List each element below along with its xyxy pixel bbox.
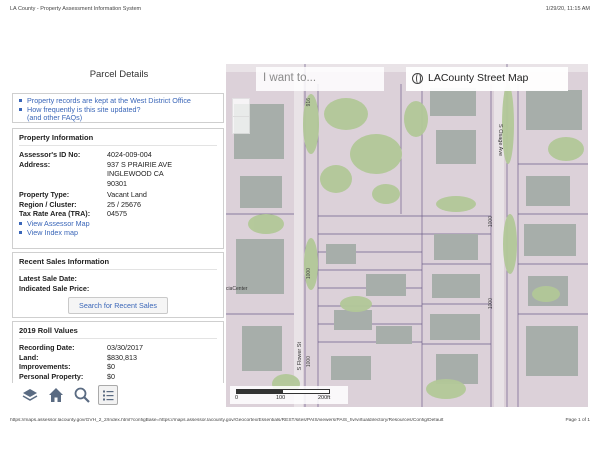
region-row: Region / Cluster: 25 / 25676 (19, 200, 217, 210)
address-line1: 937 S PRAIRIE AVE (107, 159, 172, 169)
layers-icon[interactable] (20, 385, 40, 405)
recording-date-value: 03/30/2017 (107, 343, 143, 352)
ain-label: Assessor's ID No: (19, 150, 81, 159)
sale-price-label: Indicated Sale Price: (19, 283, 90, 293)
zoom-out-button[interactable] (233, 116, 249, 133)
address-row: Address: 937 S PRAIRIE AVE INGLEWOOD CA … (19, 160, 217, 189)
region-value: 25 / 25676 (107, 199, 141, 209)
address-value: 937 S PRAIRIE AVE INGLEWOOD CA 90301 (107, 160, 172, 189)
recent-sales-card: Recent Sales Information Latest Sale Dat… (12, 252, 224, 318)
property-type-row: Property Type: Vacant Land (19, 190, 217, 200)
house-number: 916 (306, 98, 312, 107)
card-title: 2019 Roll Values (19, 326, 217, 339)
scale-bar-graphic (236, 389, 330, 394)
print-header: LA County - Property Assessment Informat… (10, 6, 590, 16)
tra-label: Tax Rate Area (TRA): (19, 209, 91, 218)
property-type-label: Property Type: (19, 190, 70, 199)
address-line2: INGLEWOOD CA (107, 169, 164, 178)
improvements-label: Improvements: (19, 362, 71, 371)
latest-sale-label: Latest Sale Date: (19, 274, 77, 283)
zoom-control[interactable] (232, 98, 250, 134)
region-label: Region / Cluster: (19, 199, 77, 209)
bullet-icon (19, 108, 22, 112)
panel-title: Parcel Details (89, 69, 149, 80)
house-number: 1000 (488, 216, 494, 228)
property-type-value: Vacant Land (107, 190, 147, 199)
bullet-icon (19, 221, 22, 225)
map-view[interactable]: I want to... LACounty Street Map S Flowe… (226, 64, 588, 407)
recording-date-row: Recording Date: 03/30/2017 (19, 343, 217, 353)
personal-property-label: Personal Property: (19, 371, 84, 381)
faq-link-other[interactable]: (and other FAQs) (19, 114, 217, 122)
card-title: Recent Sales Information (19, 257, 217, 270)
latest-sale-row: Latest Sale Date: (19, 274, 217, 284)
personal-property-row: Personal Property: $0 (19, 372, 217, 382)
bullet-icon (19, 99, 22, 103)
map-canvas (226, 64, 588, 407)
faq-link-west-district[interactable]: Property records are kept at the West Di… (19, 96, 217, 105)
map-attribution: ciaCenter (226, 286, 248, 292)
print-footer-page: Page 1 of 1 (565, 418, 590, 423)
bullet-icon (19, 230, 22, 234)
land-row: Land: $830,813 (19, 353, 217, 363)
view-assessor-map-link[interactable]: View Assessor Map (19, 219, 217, 228)
print-header-title: LA County - Property Assessment Informat… (10, 6, 142, 12)
scale-label-mid: 100 (276, 395, 286, 401)
personal-property-value: $0 (107, 371, 115, 381)
improvements-row: Improvements: $0 (19, 362, 217, 372)
search-recent-sales-button[interactable]: Search for Recent Sales (68, 297, 168, 314)
recording-date-label: Recording Date: (19, 343, 75, 352)
tra-value: 04575 (107, 209, 127, 218)
print-footer: https://maps.assessor.lacounty.gov/GVH_2… (10, 418, 590, 428)
ain-row: Assessor's ID No: 4024-009-004 (19, 150, 217, 160)
scale-bar: 0 100 200ft (230, 386, 348, 404)
basemap-selector[interactable]: LACounty Street Map (406, 67, 568, 91)
scale-label-end: 200ft (318, 395, 331, 401)
ain-value: 4024-009-004 (107, 150, 152, 159)
link-label: View Index map (27, 227, 79, 237)
faq-link-label: Property records are kept at the West Di… (27, 96, 191, 105)
home-icon[interactable] (46, 385, 66, 405)
print-header-timestamp: 1/29/20, 11:15 AM (545, 6, 590, 12)
globe-icon (412, 73, 423, 84)
parcel-details-panel: Parcel Details Property records are kept… (12, 64, 226, 407)
street-label-osage: S Osage Ave (497, 124, 503, 157)
card-title: Property Information (19, 133, 217, 146)
basemap-label: LACounty Street Map (428, 72, 529, 84)
zoom-in-button[interactable] (233, 99, 249, 116)
view-index-map-link[interactable]: View Index map (19, 228, 217, 237)
house-number: 1000 (306, 356, 312, 368)
tra-row: Tax Rate Area (TRA): 04575 (19, 209, 217, 219)
faq-box: Property records are kept at the West Di… (12, 93, 224, 123)
improvements-value: $0 (107, 362, 115, 371)
land-value: $830,813 (107, 352, 137, 362)
street-label-flower: S Flower St (297, 342, 303, 371)
house-number: 1000 (488, 298, 494, 310)
scale-label-zero: 0 (235, 395, 239, 401)
sale-price-row: Indicated Sale Price: (19, 284, 217, 294)
house-number: 1000 (306, 268, 312, 280)
land-label: Land: (19, 352, 39, 362)
i-want-to-menu[interactable]: I want to... (256, 67, 384, 91)
list-icon[interactable] (98, 385, 118, 405)
search-icon[interactable] (72, 385, 92, 405)
address-label: Address: (19, 159, 51, 169)
property-information-card: Property Information Assessor's ID No: 40… (12, 128, 224, 249)
bottom-toolbar (12, 383, 226, 407)
print-footer-url: https://maps.assessor.lacounty.gov/GVH_2… (10, 418, 444, 423)
link-label: View Assessor Map (27, 218, 90, 228)
address-line3: 90301 (107, 178, 127, 188)
